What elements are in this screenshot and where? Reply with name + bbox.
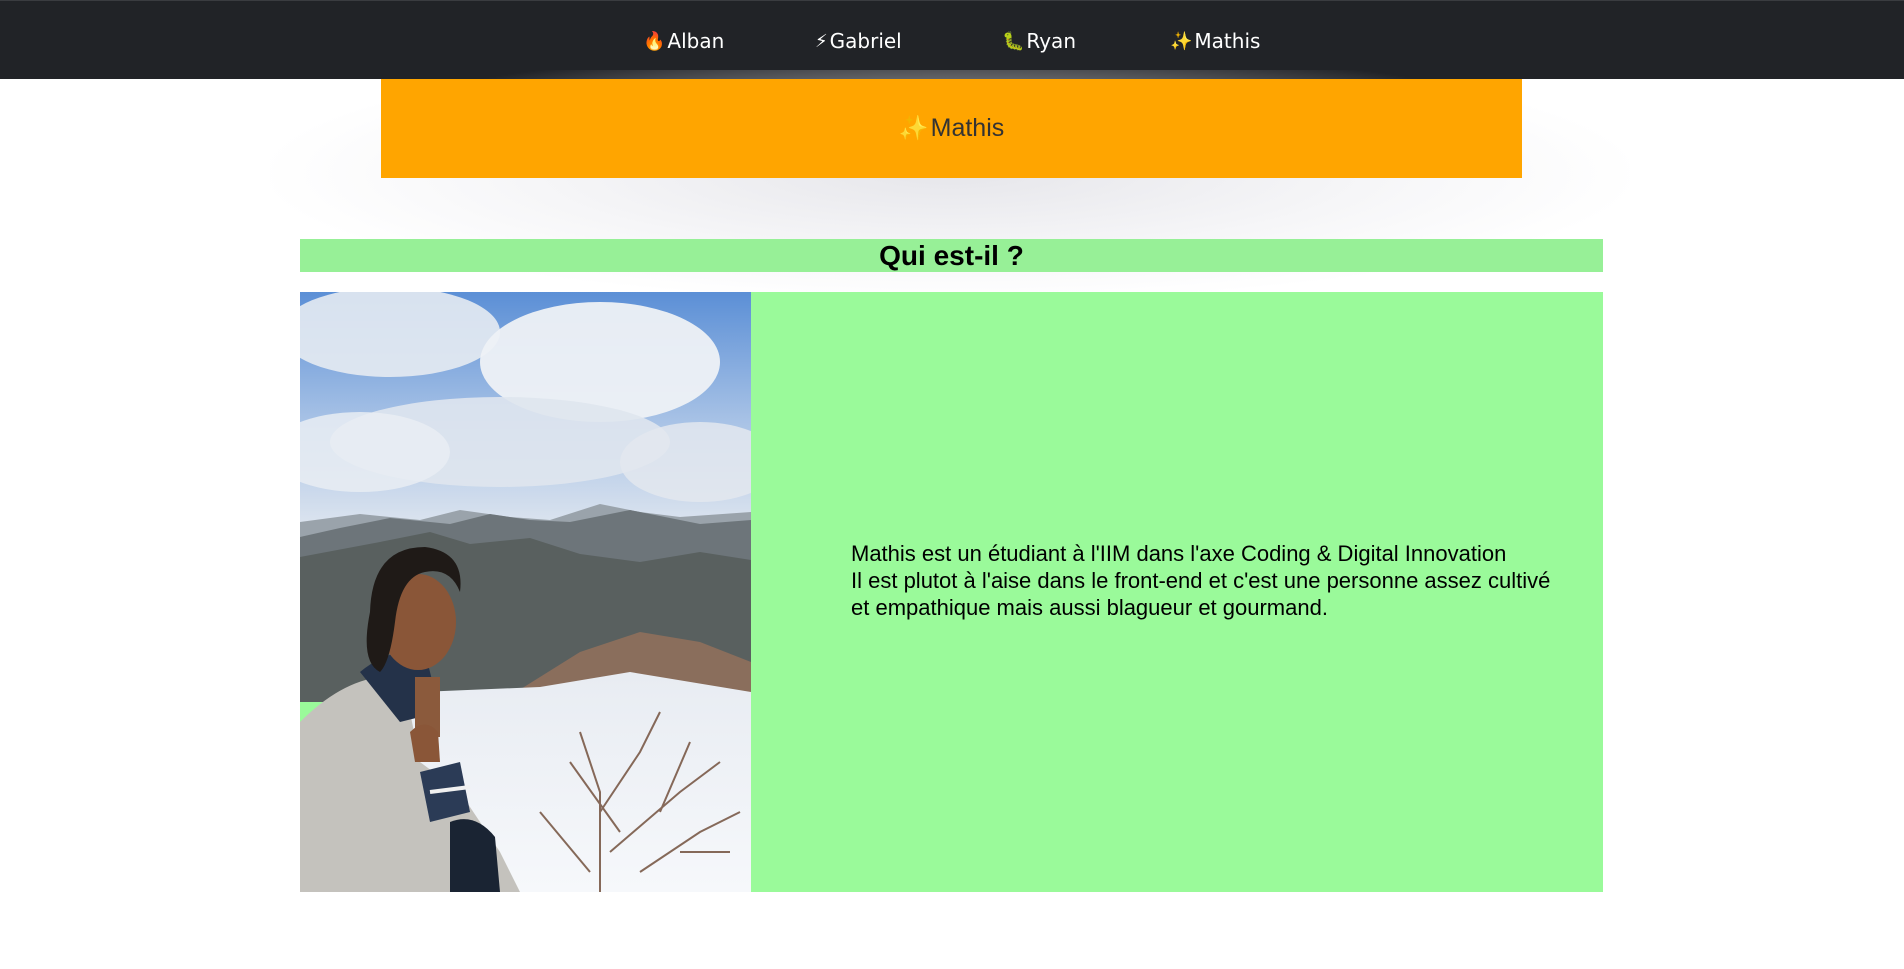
caterpillar-icon: 🐛 (1002, 30, 1025, 52)
nav-link-alban[interactable]: 🔥 Alban (643, 27, 724, 55)
section-heading: Qui est-il ? (300, 239, 1603, 272)
sparkles-icon: ✨ (1170, 30, 1193, 52)
nav-link-label: Gabriel (829, 29, 902, 53)
nav-link-label: Ryan (1026, 29, 1076, 53)
profile-photo (300, 292, 751, 892)
nav-link-label: Mathis (1194, 29, 1261, 53)
sparkles-icon: ✨ (898, 115, 929, 142)
nav-link-ryan[interactable]: 🐛 Ryan (1002, 27, 1076, 55)
nav-link-gabriel[interactable]: ⚡ Gabriel (815, 27, 902, 55)
nav-link-label: Alban (667, 29, 725, 53)
profile-section: Mathis est un étudiant à l'IIM dans l'ax… (300, 292, 1603, 892)
page-title: Mathis (930, 114, 1005, 142)
bio-line-2: Il est plutot à l'aise dans le front-end… (851, 568, 1551, 620)
page-banner: ✨ Mathis (381, 79, 1522, 178)
fire-icon: 🔥 (643, 30, 666, 52)
bio-text: Mathis est un étudiant à l'IIM dans l'ax… (851, 540, 1571, 621)
nav-link-mathis[interactable]: ✨ Mathis (1170, 27, 1260, 55)
top-navbar: 🔥 Alban ⚡ Gabriel 🐛 Ryan ✨ Mathis (0, 0, 1904, 79)
bio-line-1: Mathis est un étudiant à l'IIM dans l'ax… (851, 541, 1507, 566)
lightning-icon: ⚡ (815, 30, 828, 52)
